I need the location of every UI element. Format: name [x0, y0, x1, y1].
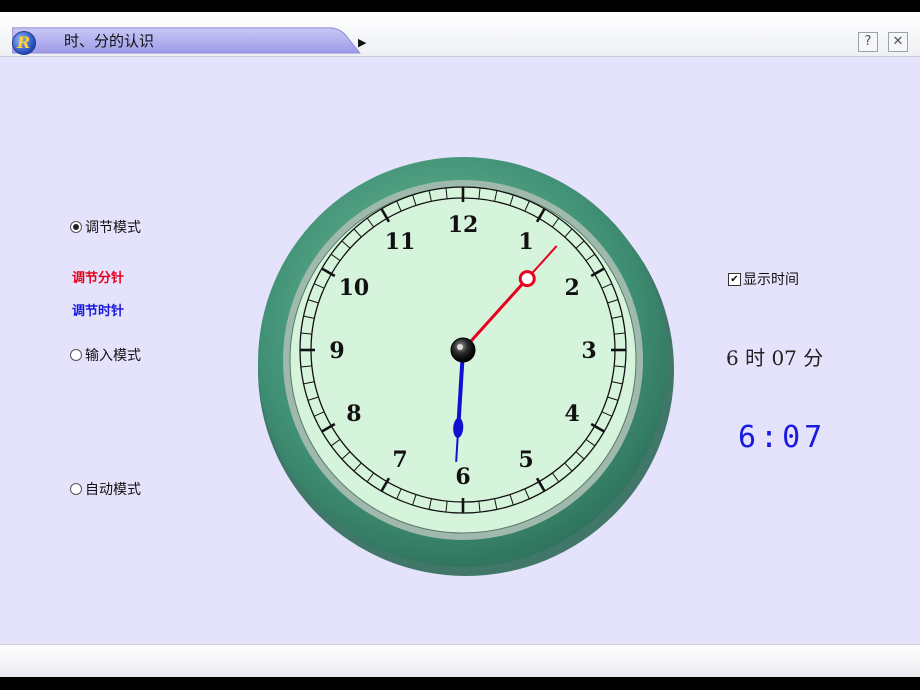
- clock-numeral-1: 1: [518, 229, 533, 255]
- app-window: R 时、分的认识 ▶ ? ✕ 调节模式 调节分针 调节时针 输入模式 自动模式 …: [0, 12, 920, 677]
- analog-clock[interactable]: 121234567891011: [0, 12, 920, 677]
- clock-numeral-2: 2: [564, 275, 579, 301]
- clock-numeral-10: 10: [339, 275, 370, 301]
- clock-numeral-12: 12: [448, 212, 479, 238]
- clock-numeral-6: 6: [455, 464, 470, 490]
- clock-numeral-9: 9: [329, 338, 344, 364]
- minute-hand-ring: [518, 270, 536, 288]
- clock-numeral-11: 11: [385, 229, 416, 255]
- clock-center-hub: [450, 337, 476, 363]
- clock-numeral-8: 8: [346, 401, 361, 427]
- clock-numeral-7: 7: [392, 447, 407, 473]
- bottom-bar: [0, 644, 920, 677]
- clock-numeral-4: 4: [564, 401, 579, 427]
- clock-numeral-5: 5: [518, 447, 533, 473]
- clock-hub-highlight: [457, 344, 463, 350]
- clock-numeral-3: 3: [581, 338, 596, 364]
